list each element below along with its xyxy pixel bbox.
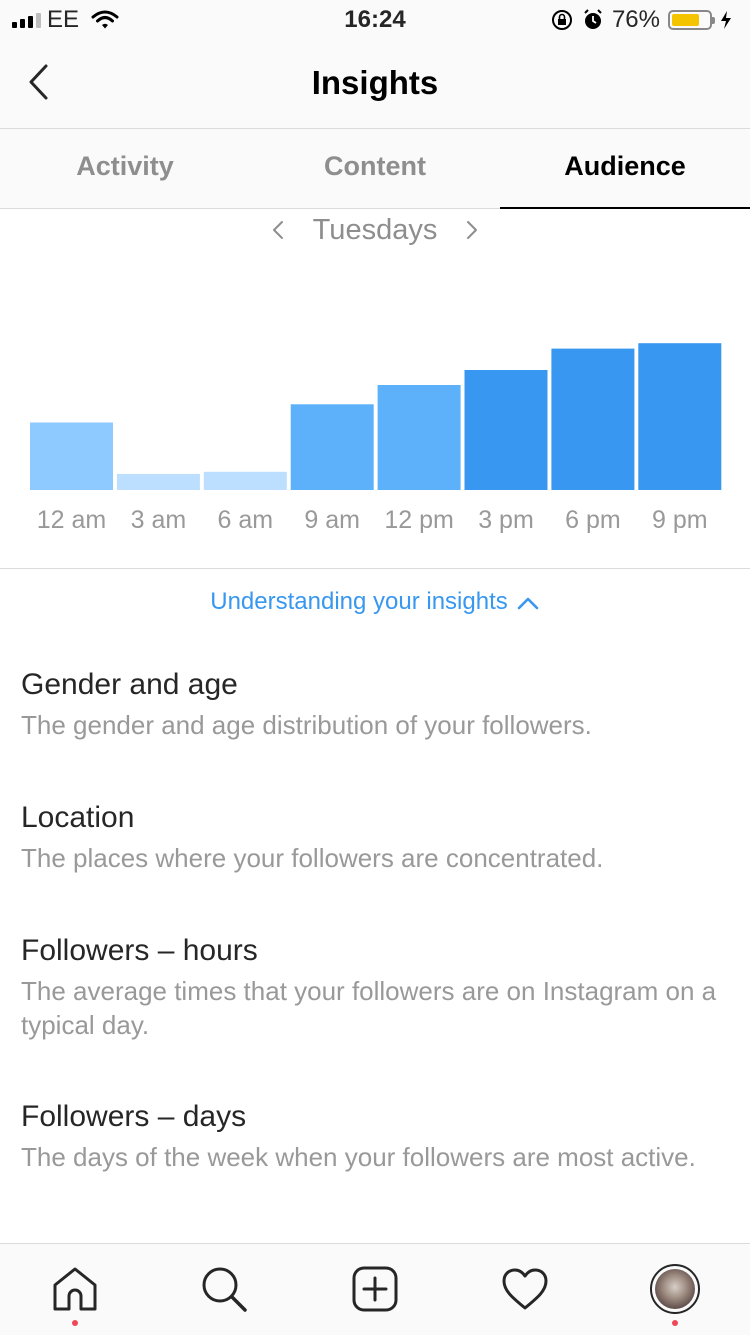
chart-x-label: 3 am xyxy=(131,506,187,534)
chart-bar-6-am xyxy=(203,471,287,490)
info-location: Location The places where your followers… xyxy=(21,801,736,875)
new-post-tab[interactable] xyxy=(348,1262,402,1316)
chevron-right-icon xyxy=(467,221,478,239)
bottom-tab-bar xyxy=(0,1243,750,1335)
chart-x-label: 9 pm xyxy=(652,506,708,534)
day-selector: Tuesdays xyxy=(0,208,750,252)
understanding-insights-label: Understanding your insights xyxy=(210,588,508,615)
info-title: Followers – days xyxy=(21,1100,247,1133)
insights-tabs: Activity Content Audience xyxy=(0,129,750,209)
previous-day-button[interactable] xyxy=(263,215,293,245)
chevron-up-icon xyxy=(517,597,539,609)
chart-x-label: 6 pm xyxy=(565,506,621,534)
home-tab[interactable] xyxy=(48,1262,102,1316)
home-icon xyxy=(53,1267,97,1311)
chart-bar-12-am xyxy=(30,422,113,490)
status-right: 76% xyxy=(550,6,732,34)
profile-notification-dot xyxy=(672,1320,678,1326)
chart-bar-9-pm xyxy=(638,343,722,490)
section-divider xyxy=(0,568,750,569)
info-description: The average times that your followers ar… xyxy=(21,976,717,1040)
chart-x-label: 3 pm xyxy=(478,506,534,534)
chart-bar-6-pm xyxy=(551,348,635,490)
tab-activity[interactable]: Activity xyxy=(0,129,250,208)
page-title: Insights xyxy=(311,64,439,101)
chart-x-label: 6 am xyxy=(218,506,274,534)
tab-audience[interactable]: Audience xyxy=(500,129,750,209)
tab-content[interactable]: Content xyxy=(250,129,500,208)
alarm-icon xyxy=(584,9,602,29)
info-followers-hours: Followers – hours The average times that… xyxy=(21,934,736,1042)
home-notification-dot xyxy=(72,1320,78,1326)
day-label: Tuesdays xyxy=(312,213,438,246)
search-tab[interactable] xyxy=(197,1262,251,1316)
info-description: The places where your followers are conc… xyxy=(21,843,604,873)
orientation-lock-icon xyxy=(551,10,572,30)
activity-tab[interactable] xyxy=(498,1262,552,1316)
chart-x-label: 9 am xyxy=(304,506,360,534)
charging-bolt-icon xyxy=(721,11,731,29)
chart-x-label: 12 am xyxy=(37,506,106,534)
new-post-icon xyxy=(352,1266,398,1312)
profile-avatar xyxy=(650,1264,700,1314)
navigation-bar: Insights xyxy=(0,40,750,129)
profile-tab[interactable] xyxy=(648,1262,702,1316)
chart-x-label: 12 pm xyxy=(384,506,453,534)
battery-fill xyxy=(672,14,699,26)
info-title: Followers – hours xyxy=(21,934,258,967)
battery-icon xyxy=(668,10,715,30)
status-bar: EE 16:24 76% xyxy=(0,0,750,40)
understanding-insights-toggle[interactable]: Understanding your insights xyxy=(0,588,750,616)
info-followers-days: Followers – days The days of the week wh… xyxy=(21,1100,736,1174)
info-title: Location xyxy=(21,801,135,834)
info-description: The days of the week when your followers… xyxy=(21,1142,696,1172)
chart-bar-3-pm xyxy=(464,370,548,490)
chart-bar-12-pm xyxy=(377,385,461,490)
chevron-left-icon xyxy=(272,221,283,239)
avatar-image xyxy=(655,1269,695,1309)
chart-bar-3-am xyxy=(116,473,200,490)
followers-hours-chart: 12 am 3 am 6 am 9 am 12 pm 3 pm 6 pm 9 pm xyxy=(30,343,722,534)
info-gender-age: Gender and age The gender and age distri… xyxy=(21,668,736,742)
next-day-button[interactable] xyxy=(457,215,487,245)
activity-heart-icon xyxy=(502,1268,548,1310)
info-title: Gender and age xyxy=(21,668,238,701)
search-icon xyxy=(202,1267,247,1312)
info-description: The gender and age distribution of your … xyxy=(21,710,592,740)
chart-bar-9-am xyxy=(290,404,374,490)
battery-percent: 76% xyxy=(611,6,660,33)
